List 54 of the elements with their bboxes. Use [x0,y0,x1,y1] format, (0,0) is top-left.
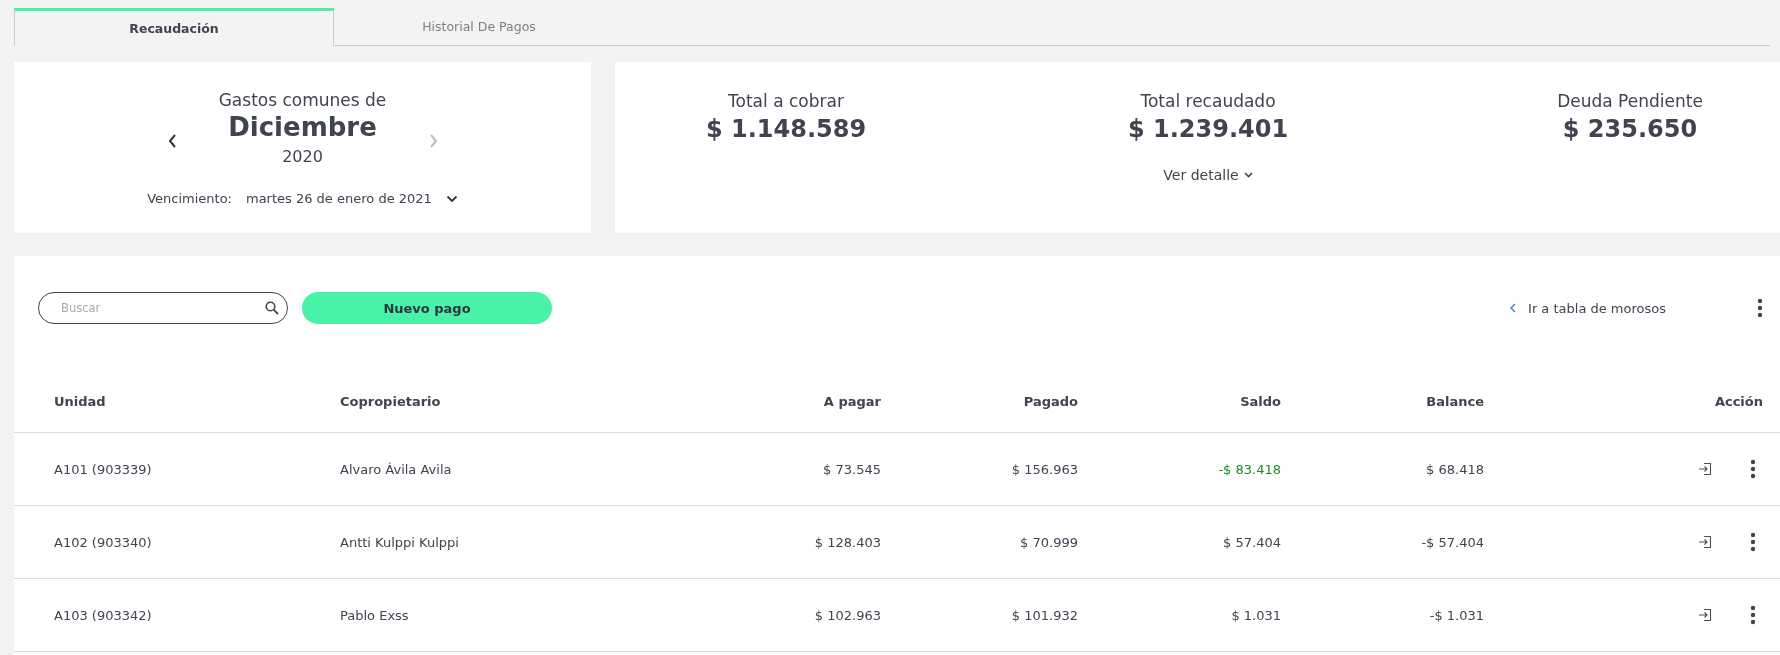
table-cell: $ 70.999 [881,506,1078,579]
chevron-left-icon[interactable] [167,133,178,149]
table-cell: Alvaro Ávila Avila [340,433,700,506]
chevron-down-icon[interactable] [445,194,458,203]
chevron-left-icon [1510,303,1517,313]
period-year: 2020 [282,146,323,168]
tab[interactable]: Historial De Pagos [334,8,624,46]
table-cell: $ 101.932 [881,579,1078,652]
table-cell: A103 (903342) [14,579,340,652]
column-header: Copropietario [340,370,700,433]
table-cell: $ 57.404 [1078,506,1281,579]
table-cell: $ 68.418 [1281,433,1484,506]
enter-icon[interactable] [1698,608,1713,622]
table-cell: Antti Kulppi Kulppi [340,506,700,579]
column-header: Pagado [881,370,1078,433]
table-cell: -$ 57.404 [1281,506,1484,579]
more-options-icon[interactable] [1757,298,1763,318]
period-month: Diciembre [228,111,377,143]
table-cell: $ 102.963 [700,579,881,652]
search-field[interactable]: Buscar [38,292,288,324]
table-cell: $ 128.403 [700,506,881,579]
enter-icon[interactable] [1698,535,1713,549]
total-amount: $ 1.239.401 [1127,114,1289,145]
total-label: Deuda Pendiente [1557,90,1703,112]
table-cell: Pablo Exss [340,579,700,652]
enter-icon[interactable] [1698,462,1713,476]
period-caption: Gastos comunes de [218,89,387,111]
table-cell: $ 1.031 [1078,579,1281,652]
total-amount: $ 1.148.589 [705,114,867,145]
column-header: A pagar [700,370,881,433]
tab[interactable]: Recaudación [14,8,334,46]
row-menu-icon[interactable] [1750,459,1756,479]
search-icon [265,301,279,315]
row-menu-icon[interactable] [1750,532,1756,552]
column-header: Acción [1484,370,1780,433]
column-header: Unidad [14,370,340,433]
new-payment-button[interactable]: Nuevo pago [302,292,552,324]
table-cell: $ 156.963 [881,433,1078,506]
table-cell: -$ 83.418 [1078,433,1281,506]
total-label: Total recaudado [1140,90,1276,112]
table-cell: A101 (903339) [14,433,340,506]
table-cell: -$ 1.031 [1281,579,1484,652]
column-header: Saldo [1078,370,1281,433]
due-date: martes 26 de enero de 2021 [245,191,432,206]
total-label: Total a cobrar [728,90,844,112]
column-header: Balance [1281,370,1484,433]
chevron-down-icon [1243,172,1253,178]
detail-link[interactable]: Ver detalle [1157,166,1259,184]
debtors-table-link[interactable]: Ir a tabla de morosos [1504,299,1672,317]
table-cell: A102 (903340) [14,506,340,579]
table-cell: $ 73.545 [700,433,881,506]
row-menu-icon[interactable] [1750,605,1756,625]
due-label: Vencimiento: [147,191,232,206]
total-amount: $ 235.650 [1562,114,1698,145]
